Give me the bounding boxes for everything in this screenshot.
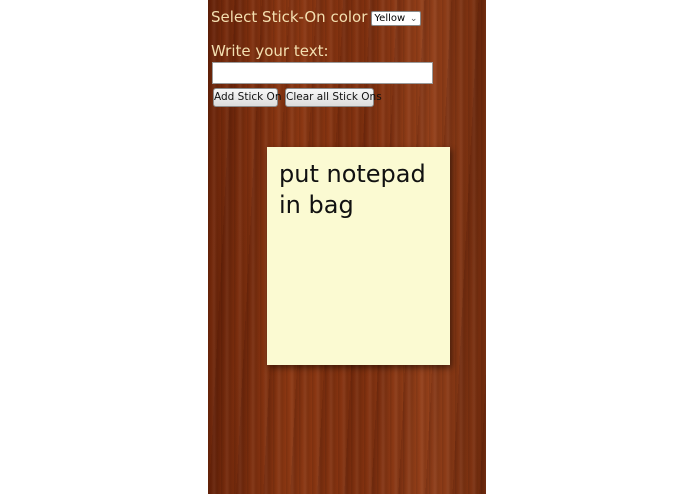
- app-screen: Select Stick-On color Yellow ⌄ Write you…: [208, 0, 486, 494]
- color-picker-row: Select Stick-On color Yellow ⌄: [211, 7, 422, 27]
- color-select-value: Yellow: [374, 13, 406, 24]
- text-label-row: Write your text:: [211, 41, 329, 60]
- stick-on-text-input[interactable]: [212, 62, 433, 84]
- sticky-note-text: put notepad in bag: [279, 160, 426, 219]
- add-stick-on-button[interactable]: Add Stick On: [213, 88, 281, 107]
- text-label: Write your text:: [211, 42, 329, 60]
- color-label: Select Stick-On color: [211, 8, 368, 26]
- clear-all-stick-ons-button[interactable]: Clear all Stick Ons: [285, 88, 382, 107]
- sticky-note[interactable]: put notepad in bag: [267, 147, 450, 365]
- page: Select Stick-On color Yellow ⌄ Write you…: [0, 0, 695, 494]
- color-select[interactable]: Yellow ⌄: [371, 11, 422, 26]
- chevron-down-icon: ⌄: [409, 14, 418, 24]
